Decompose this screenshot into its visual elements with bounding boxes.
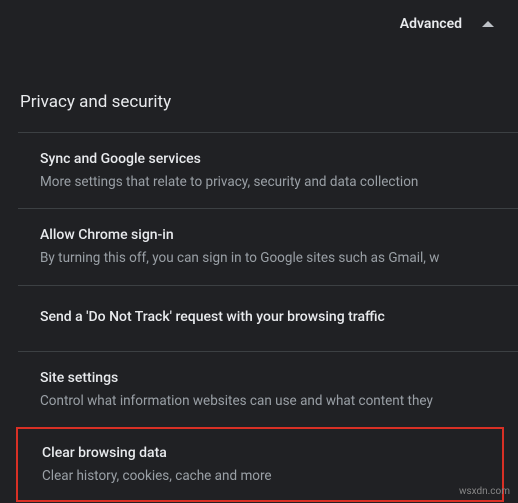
top-bar: Advanced [0, 0, 518, 44]
settings-item-sync-google-services[interactable]: Sync and Google services More settings t… [18, 132, 518, 208]
chevron-up-icon[interactable] [482, 21, 494, 27]
advanced-toggle[interactable]: Advanced [400, 16, 462, 32]
item-title: Clear browsing data [42, 443, 484, 464]
item-desc: Clear history, cookies, cache and more [42, 466, 484, 486]
settings-item-clear-browsing-data[interactable]: Clear browsing data Clear history, cooki… [16, 427, 504, 502]
item-title: Sync and Google services [40, 149, 500, 170]
settings-item-do-not-track[interactable]: Send a 'Do Not Track' request with your … [18, 285, 518, 351]
item-title: Allow Chrome sign-in [40, 225, 500, 246]
item-title: Site settings [40, 368, 500, 389]
item-desc: Control what information websites can us… [40, 391, 500, 411]
settings-item-allow-chrome-signin[interactable]: Allow Chrome sign-in By turning this off… [18, 208, 518, 284]
settings-list: Sync and Google services More settings t… [0, 132, 518, 502]
section-title: Privacy and security [0, 44, 518, 132]
item-desc: By turning this off, you can sign in to … [40, 248, 500, 268]
settings-item-site-settings[interactable]: Site settings Control what information w… [18, 351, 518, 427]
item-desc: More settings that relate to privacy, se… [40, 172, 500, 192]
watermark: wsxdn.com [459, 486, 510, 497]
item-title: Send a 'Do Not Track' request with your … [40, 307, 500, 328]
